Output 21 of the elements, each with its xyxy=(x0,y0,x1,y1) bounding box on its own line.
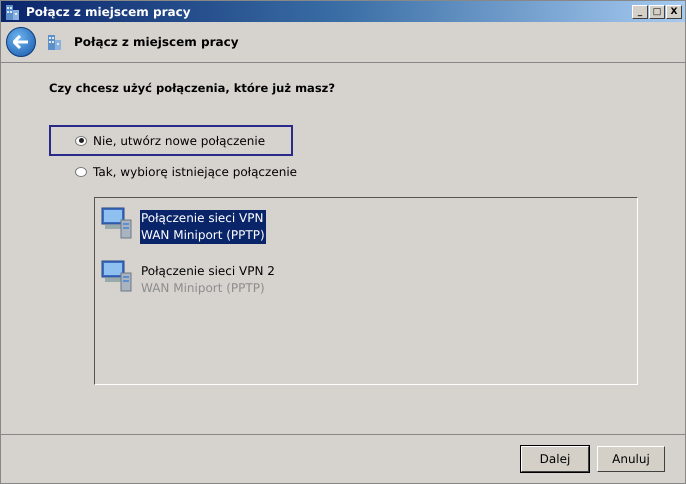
radio-button[interactable] xyxy=(75,166,87,176)
building-icon xyxy=(46,33,64,51)
wizard-button[interactable]: Dalej xyxy=(521,446,589,472)
option-label[interactable]: Nie, utwórz nowe połączenie xyxy=(93,134,266,148)
radio-button[interactable] xyxy=(75,136,87,146)
close-button[interactable]: X xyxy=(666,4,682,18)
arrow-icon xyxy=(13,35,29,49)
connection-name[interactable]: Połączenie sieci VPN xyxy=(140,210,266,227)
option-label[interactable]: Tak, wybiorę istniejące połączenie xyxy=(93,164,298,178)
wizard-title: Połącz z miejscem pracy xyxy=(74,35,239,49)
device-name: WAN Miniport (PPTP) xyxy=(140,227,266,244)
device-name: WAN Miniport (PPTP) xyxy=(140,280,266,297)
wizard-button[interactable]: Anuluj xyxy=(597,446,665,472)
connection-list[interactable]: Połączenie sieci VPN WAN Miniport (PPTP) Połączenie sieci VPN 2 WAN Miniport (PPTP) xyxy=(94,197,638,385)
window-title: Połącz z miejscem pracy xyxy=(26,4,192,18)
app-icon xyxy=(4,2,22,20)
back-button[interactable] xyxy=(6,27,36,57)
connection-name[interactable]: Połączenie sieci VPN 2 xyxy=(140,263,276,280)
minimize-button[interactable]: _ xyxy=(632,4,648,18)
question-text: Czy chcesz użyć połączenia, które już masz? xyxy=(49,81,336,95)
maximize-button[interactable]: □ xyxy=(649,4,665,18)
